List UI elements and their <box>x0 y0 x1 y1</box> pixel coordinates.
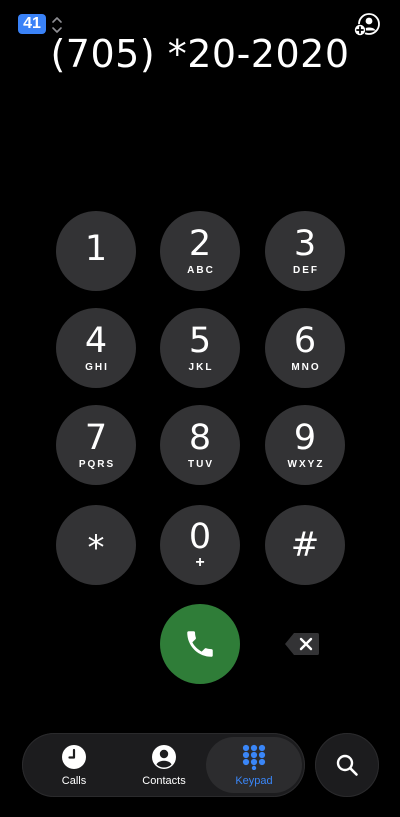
key-3[interactable]: 3 DEF <box>265 211 345 291</box>
keypad-grid-icon <box>242 744 266 770</box>
key-letters: ABC <box>187 264 215 276</box>
key-digit: 8 <box>188 417 212 458</box>
key-digit: * <box>87 528 105 568</box>
sim-line-badge[interactable]: 41 <box>18 14 46 34</box>
key-letters: WXYZ <box>287 458 325 470</box>
tab-calls[interactable]: Calls <box>44 733 104 797</box>
key-star[interactable]: * <box>56 505 136 585</box>
key-digit: 4 <box>84 320 108 361</box>
key-digit: 2 <box>188 223 212 264</box>
key-digit: 6 <box>293 320 317 361</box>
key-8[interactable]: 8 TUV <box>160 405 240 485</box>
search-icon <box>336 754 358 776</box>
person-circle-icon <box>152 744 176 769</box>
key-5[interactable]: 5 JKL <box>160 308 240 388</box>
delete-backspace-icon[interactable] <box>284 632 320 656</box>
key-hash[interactable]: # <box>265 505 345 585</box>
key-letters: PQRS <box>78 458 116 470</box>
phone-icon <box>187 631 213 657</box>
key-digit: 9 <box>293 417 317 458</box>
key-letters: DEF <box>293 264 319 276</box>
tab-keypad[interactable]: Keypad <box>206 737 302 793</box>
tab-label: Calls <box>61 774 87 787</box>
key-digit: 0 <box>188 517 212 557</box>
key-1[interactable]: 1 <box>56 211 136 291</box>
key-7[interactable]: 7 PQRS <box>56 405 136 485</box>
tab-label: Keypad <box>235 774 273 787</box>
key-2[interactable]: 2 ABC <box>160 211 240 291</box>
dialed-number-display[interactable]: (705) *20-2020 <box>0 32 400 76</box>
key-4[interactable]: 4 GHI <box>56 308 136 388</box>
key-digit: 1 <box>84 229 108 269</box>
key-letters: JKL <box>188 361 214 373</box>
key-digit: # <box>290 525 320 565</box>
search-button[interactable] <box>315 733 379 797</box>
key-letters: MNO <box>291 361 321 373</box>
key-digit: 5 <box>188 320 212 361</box>
tab-bar: Calls Contacts Keypad <box>22 733 305 797</box>
key-digit: 7 <box>84 417 108 458</box>
tab-contacts[interactable]: Contacts <box>132 733 196 797</box>
call-button[interactable] <box>160 604 240 684</box>
tab-label: Contacts <box>142 774 186 787</box>
key-plus: + <box>195 554 205 571</box>
key-letters: GHI <box>85 361 109 373</box>
key-digit: 3 <box>293 223 317 264</box>
key-9[interactable]: 9 WXYZ <box>265 405 345 485</box>
key-6[interactable]: 6 MNO <box>265 308 345 388</box>
key-0[interactable]: 0 + <box>160 505 240 585</box>
clock-icon <box>62 744 86 769</box>
key-letters: TUV <box>188 458 214 470</box>
